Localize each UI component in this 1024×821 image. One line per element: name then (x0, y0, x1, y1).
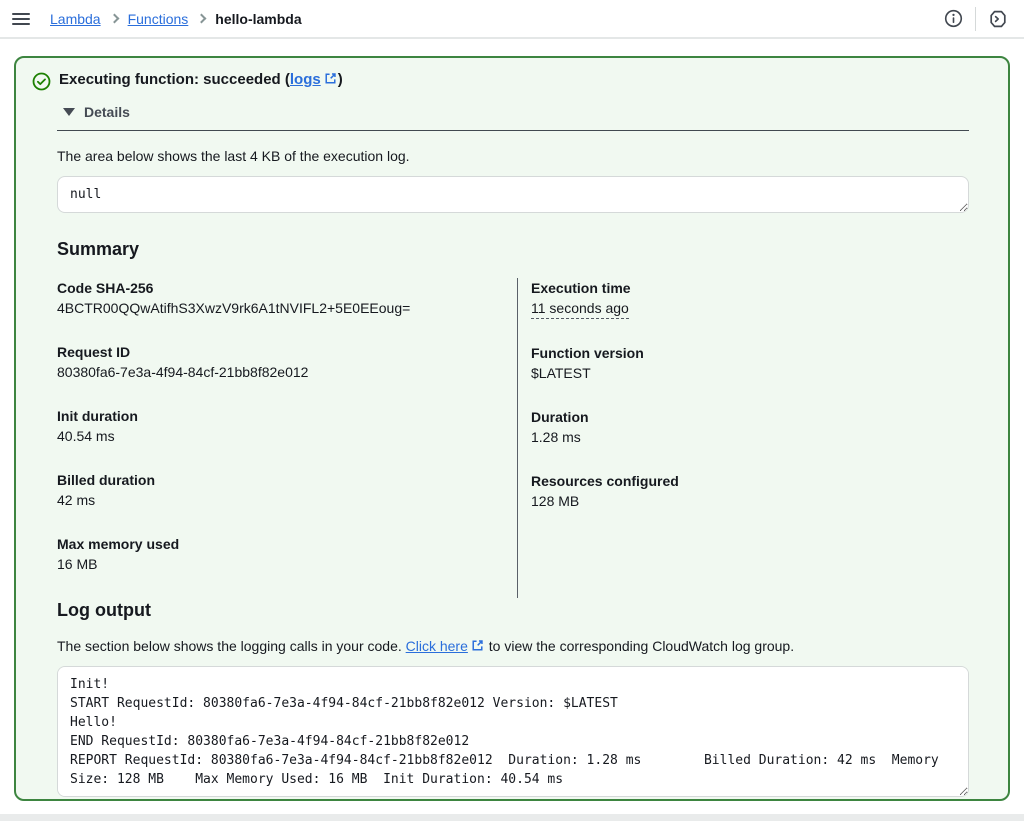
log-output-textarea[interactable]: Init! START RequestId: 80380fa6-7e3a-4f9… (57, 666, 969, 797)
hamburger-menu-icon[interactable] (12, 8, 32, 30)
execution-time-tooltip[interactable]: 11 seconds ago (531, 298, 629, 319)
external-link-icon (471, 639, 484, 652)
status-title-text: Executing function: succeeded ( (59, 71, 290, 88)
breadcrumb: Lambda Functions hello-lambda (50, 11, 302, 27)
log-output-heading: Log output (57, 600, 969, 621)
field-value: 16 MB (57, 554, 517, 574)
breadcrumb-functions-link[interactable]: Functions (128, 11, 189, 27)
logs-link[interactable]: logs (290, 71, 321, 88)
console-top-bar: Lambda Functions hello-lambda (0, 0, 1024, 39)
breadcrumb-current-function: hello-lambda (215, 11, 301, 27)
divider (975, 7, 976, 31)
external-link-icon (324, 72, 337, 85)
field-label: Function version (531, 343, 969, 363)
field-duration: Duration 1.28 ms (531, 407, 969, 447)
cloudshell-icon[interactable] (988, 9, 1008, 29)
field-label: Max memory used (57, 534, 517, 554)
chevron-right-icon (109, 14, 119, 24)
field-value: 80380fa6-7e3a-4f94-84cf-21bb8f82e012 (57, 362, 517, 382)
field-request-id: Request ID 80380fa6-7e3a-4f94-84cf-21bb8… (57, 342, 517, 382)
details-expander[interactable]: Details (63, 104, 969, 120)
field-value: $LATEST (531, 363, 969, 383)
field-value: 1.28 ms (531, 427, 969, 447)
field-billed-duration: Billed duration 42 ms (57, 470, 517, 510)
success-check-icon (32, 72, 51, 94)
log-output-note: The section below shows the logging call… (57, 638, 969, 654)
execution-result-textarea[interactable]: null (57, 176, 969, 213)
chevron-right-icon (197, 14, 207, 24)
field-max-memory-used: Max memory used 16 MB (57, 534, 517, 574)
log-note-text: The section below shows the logging call… (57, 638, 406, 654)
details-label: Details (84, 104, 130, 120)
field-label: Execution time (531, 278, 969, 298)
cloudwatch-link[interactable]: Click here (406, 638, 468, 654)
field-label: Resources configured (531, 471, 969, 491)
info-icon[interactable] (944, 9, 963, 28)
field-code-sha256: Code SHA-256 4BCTR00QQwAtifhS3XwzV9rk6A1… (57, 278, 517, 318)
field-value: 4BCTR00QQwAtifhS3XwzV9rk6A1tNVIFL2+5E0EE… (57, 298, 517, 318)
field-function-version: Function version $LATEST (531, 343, 969, 383)
field-label: Request ID (57, 342, 517, 362)
triangle-down-icon (63, 108, 75, 116)
status-title-text: ) (338, 71, 343, 88)
field-value: 40.54 ms (57, 426, 517, 446)
summary-columns: Code SHA-256 4BCTR00QQwAtifhS3XwzV9rk6A1… (57, 278, 969, 598)
field-execution-time: Execution time 11 seconds ago (531, 278, 969, 319)
page-bottom-strip (0, 814, 1024, 821)
field-init-duration: Init duration 40.54 ms (57, 406, 517, 446)
execution-success-panel: Executing function: succeeded (logs) Det… (14, 56, 1010, 801)
field-value: 128 MB (531, 491, 969, 511)
log-note-text: to view the corresponding CloudWatch log… (485, 638, 794, 654)
field-label: Duration (531, 407, 969, 427)
divider (57, 130, 969, 131)
field-label: Init duration (57, 406, 517, 426)
field-value: 42 ms (57, 490, 517, 510)
field-label: Billed duration (57, 470, 517, 490)
log-area-note: The area below shows the last 4 KB of th… (57, 148, 969, 164)
summary-heading: Summary (57, 239, 969, 260)
breadcrumb-lambda-link[interactable]: Lambda (50, 11, 101, 27)
execution-status-title: Executing function: succeeded (logs) (59, 71, 343, 88)
field-resources-configured: Resources configured 128 MB (531, 471, 969, 511)
field-label: Code SHA-256 (57, 278, 517, 298)
